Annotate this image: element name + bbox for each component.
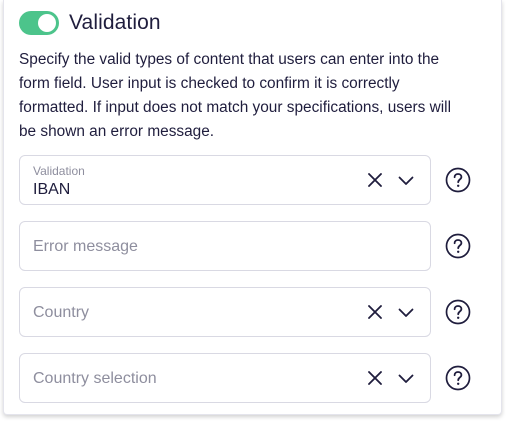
help-icon[interactable]: [445, 233, 471, 259]
close-icon[interactable]: [367, 370, 383, 386]
validation-row: Validation IBAN: [19, 155, 489, 205]
country-selection-select[interactable]: Country selection: [19, 353, 431, 403]
country-select[interactable]: Country: [19, 287, 431, 337]
validation-panel: Validation Specify the valid types of co…: [3, 0, 502, 415]
section-title: Validation: [69, 11, 161, 34]
help-icon[interactable]: [445, 365, 471, 391]
error-message-placeholder: Error message: [33, 238, 138, 255]
error-message-input[interactable]: Error message: [19, 221, 431, 271]
chevron-down-icon[interactable]: [398, 305, 414, 321]
chevron-down-icon[interactable]: [398, 173, 414, 189]
close-icon[interactable]: [367, 172, 383, 188]
validation-field-value: IBAN: [33, 181, 71, 198]
help-icon[interactable]: [445, 167, 471, 193]
country-placeholder: Country: [33, 304, 90, 321]
help-icon[interactable]: [445, 299, 471, 325]
validation-toggle[interactable]: [19, 11, 59, 35]
validation-field-label: Validation: [33, 164, 85, 178]
country-selection-placeholder: Country selection: [33, 370, 157, 387]
section-description: Specify the valid types of content that …: [19, 51, 451, 140]
section-header: Validation: [19, 9, 161, 37]
error-message-row: Error message: [19, 221, 489, 271]
country-selection-row: Country selection: [19, 353, 489, 403]
toggle-knob: [38, 14, 56, 32]
country-row: Country: [19, 287, 489, 337]
close-icon[interactable]: [367, 304, 383, 320]
chevron-down-icon[interactable]: [398, 371, 414, 387]
validation-select[interactable]: Validation IBAN: [19, 155, 431, 205]
